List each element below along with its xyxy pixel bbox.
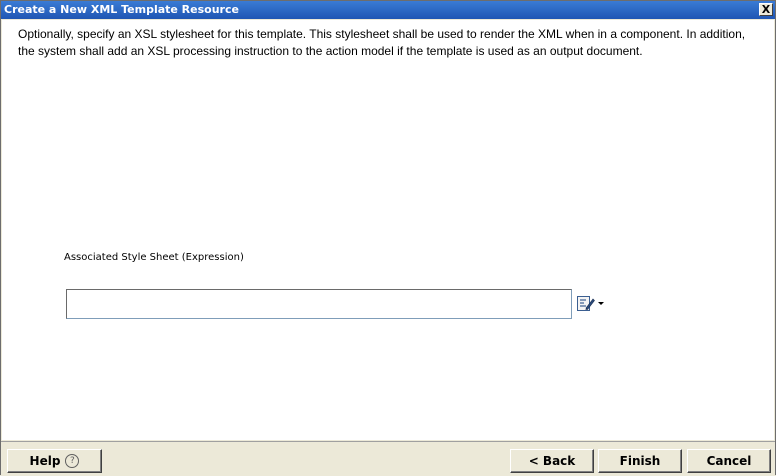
stylesheet-field-label: Associated Style Sheet (Expression) (64, 252, 244, 263)
button-bar: Help ? < Back Finish Cancel (1, 441, 775, 476)
help-label: Help (29, 454, 61, 468)
help-icon: ? (65, 454, 80, 468)
description-text: Optionally, specify an XSL stylesheet fo… (18, 27, 746, 58)
chevron-down-icon (598, 301, 604, 305)
help-button[interactable]: Help ? (7, 449, 102, 473)
stylesheet-expression-input[interactable] (66, 289, 572, 319)
content-panel: Optionally, specify an XSL stylesheet fo… (2, 20, 774, 440)
cancel-button[interactable]: Cancel (687, 449, 771, 473)
dialog-window: Create a New XML Template Resource X Opt… (0, 0, 776, 476)
close-button[interactable]: X (759, 3, 773, 16)
finish-label: Finish (619, 454, 661, 468)
close-icon: X (761, 3, 771, 16)
finish-button[interactable]: Finish (598, 449, 682, 473)
window-title: Create a New XML Template Resource (4, 3, 239, 16)
back-button[interactable]: < Back (510, 449, 594, 473)
edit-expression-icon (577, 295, 595, 311)
title-bar[interactable]: Create a New XML Template Resource X (1, 1, 775, 19)
cancel-label: Cancel (706, 454, 752, 468)
back-label: < Back (528, 454, 576, 468)
expression-editor-button[interactable] (577, 293, 615, 313)
